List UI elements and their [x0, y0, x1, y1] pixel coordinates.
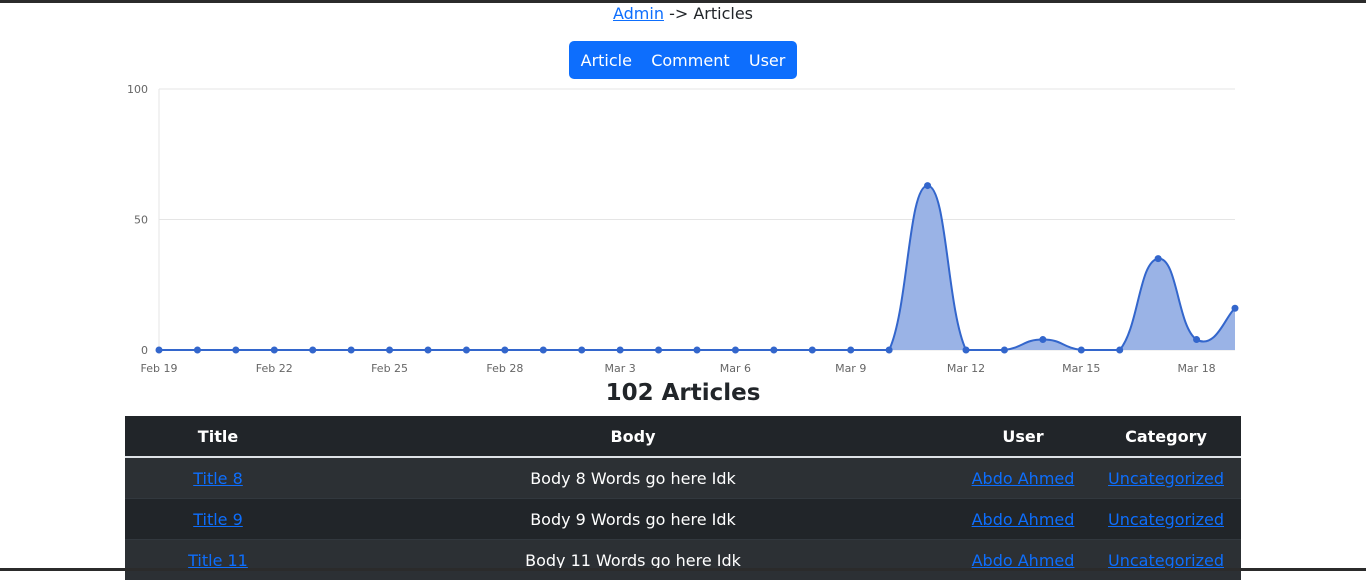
- data-point: [348, 347, 355, 354]
- data-point: [501, 347, 508, 354]
- articles-count-heading: 102 Articles: [0, 378, 1366, 408]
- data-point: [1193, 336, 1200, 343]
- cell-category: Uncategorized: [1091, 540, 1241, 580]
- user-button[interactable]: User: [749, 51, 785, 70]
- data-point: [694, 347, 701, 354]
- cell-category: Uncategorized: [1091, 499, 1241, 540]
- series-area: [159, 186, 1235, 350]
- data-point: [578, 347, 585, 354]
- x-tick-label: Mar 12: [947, 362, 985, 375]
- data-point: [1001, 347, 1008, 354]
- data-point: [232, 347, 239, 354]
- table-row: Title 9 Body 9 Words go here Idk Abdo Ah…: [125, 499, 1241, 540]
- breadcrumb-admin-link[interactable]: Admin: [613, 4, 664, 23]
- cell-title: Title 9: [125, 499, 311, 540]
- x-tick-label: Feb 22: [256, 362, 293, 375]
- articles-per-day-chart: 0 50 100 Feb 19 Feb 22 Feb 25 Feb 28 Mar 3 Mar 6…: [0, 80, 1366, 380]
- data-point: [386, 347, 393, 354]
- x-tick-label: Mar 9: [835, 362, 866, 375]
- section-button-group: Article Comment User: [569, 41, 797, 79]
- data-point: [655, 347, 662, 354]
- article-category-link[interactable]: Uncategorized: [1108, 551, 1224, 570]
- table-row: Title 8 Body 8 Words go here Idk Abdo Ah…: [125, 457, 1241, 499]
- x-tick-label: Feb 19: [141, 362, 178, 375]
- article-user-link[interactable]: Abdo Ahmed: [972, 551, 1075, 570]
- data-point: [540, 347, 547, 354]
- series-line: [159, 186, 1235, 350]
- x-tick-label: Mar 3: [605, 362, 636, 375]
- article-category-link[interactable]: Uncategorized: [1108, 510, 1224, 529]
- data-point: [770, 347, 777, 354]
- data-point: [617, 347, 624, 354]
- x-tick-label: Mar 6: [720, 362, 751, 375]
- cell-body: Body 9 Words go here Idk: [311, 499, 955, 540]
- article-button[interactable]: Article: [581, 51, 632, 70]
- data-point: [1039, 336, 1046, 343]
- data-point: [847, 347, 854, 354]
- breadcrumb-current: Articles: [693, 4, 753, 23]
- y-tick-label: 100: [127, 83, 148, 96]
- table-header-row: Title Body User Category: [125, 416, 1241, 457]
- data-point: [886, 347, 893, 354]
- x-tick-label: Feb 25: [371, 362, 408, 375]
- article-user-link[interactable]: Abdo Ahmed: [972, 469, 1075, 488]
- data-point: [1155, 255, 1162, 262]
- data-point: [963, 347, 970, 354]
- breadcrumb: Admin -> Articles: [0, 4, 1366, 24]
- cell-title: Title 11: [125, 540, 311, 580]
- data-point: [271, 347, 278, 354]
- article-category-link[interactable]: Uncategorized: [1108, 469, 1224, 488]
- articles-table: Title Body User Category Title 8 Body 8 …: [125, 416, 1241, 580]
- x-tick-label: Mar 15: [1062, 362, 1100, 375]
- article-title-link[interactable]: Title 8: [193, 469, 243, 488]
- data-point: [1116, 347, 1123, 354]
- data-point: [732, 347, 739, 354]
- column-header-body: Body: [311, 416, 955, 457]
- cell-user: Abdo Ahmed: [955, 499, 1091, 540]
- data-point: [809, 347, 816, 354]
- cell-category: Uncategorized: [1091, 457, 1241, 499]
- comment-button[interactable]: Comment: [651, 51, 729, 70]
- column-header-user: User: [955, 416, 1091, 457]
- article-title-link[interactable]: Title 9: [193, 510, 243, 529]
- cell-user: Abdo Ahmed: [955, 540, 1091, 580]
- data-point: [924, 182, 931, 189]
- x-tick-label: Mar 18: [1177, 362, 1215, 375]
- data-point: [309, 347, 316, 354]
- data-point: [463, 347, 470, 354]
- window-top-border: [0, 0, 1366, 3]
- y-tick-label: 50: [134, 214, 148, 227]
- article-title-link[interactable]: Title 11: [188, 551, 248, 570]
- cell-user: Abdo Ahmed: [955, 457, 1091, 499]
- article-user-link[interactable]: Abdo Ahmed: [972, 510, 1075, 529]
- x-tick-label: Feb 28: [486, 362, 523, 375]
- cell-title: Title 8: [125, 457, 311, 499]
- data-point: [1078, 347, 1085, 354]
- data-point: [194, 347, 201, 354]
- cell-body: Body 8 Words go here Idk: [311, 457, 955, 499]
- y-tick-label: 0: [141, 344, 148, 357]
- column-header-category: Category: [1091, 416, 1241, 457]
- data-point: [1232, 305, 1239, 312]
- cell-body: Body 11 Words go here Idk: [311, 540, 955, 580]
- column-header-title: Title: [125, 416, 311, 457]
- breadcrumb-separator: ->: [664, 4, 693, 23]
- table-row: Title 11 Body 11 Words go here Idk Abdo …: [125, 540, 1241, 580]
- data-point: [156, 347, 163, 354]
- data-point: [425, 347, 432, 354]
